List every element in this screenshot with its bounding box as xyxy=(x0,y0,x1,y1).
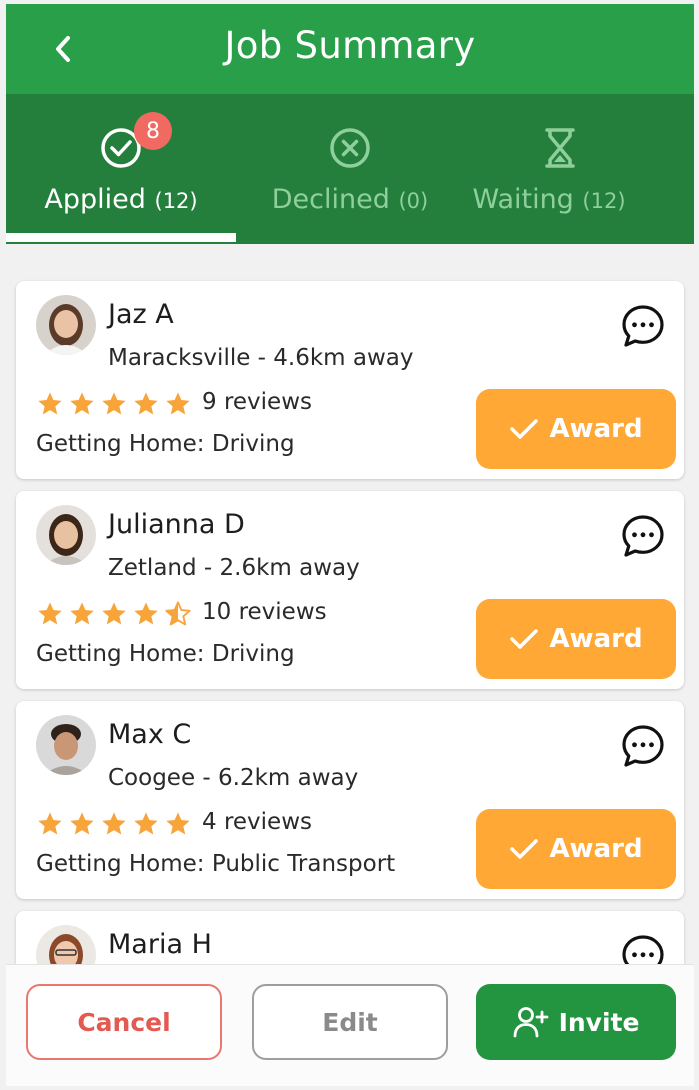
check-icon xyxy=(510,839,539,859)
star-icon xyxy=(102,602,126,625)
star-icon xyxy=(70,812,94,835)
tab-applied[interactable]: 8 Applied (12) xyxy=(6,94,236,244)
star-icon xyxy=(166,812,190,835)
cancel-button[interactable]: Cancel xyxy=(26,984,222,1060)
page-title: Job Summary xyxy=(224,24,476,67)
applicant-location: Maracksville - 4.6km away xyxy=(108,345,414,371)
avatar xyxy=(36,715,96,775)
avatar xyxy=(36,295,96,355)
star-icon xyxy=(134,392,158,415)
applicant-name: Maria H xyxy=(108,929,212,960)
applicant-name: Jaz A xyxy=(108,299,174,330)
add-user-icon xyxy=(513,1007,548,1038)
applicant-name: Max C xyxy=(108,719,192,750)
app-frame: Job Summary 8 Applied (12) Declined (0) xyxy=(6,4,694,1086)
invite-label: Invite xyxy=(558,1007,640,1037)
star-icon xyxy=(102,392,126,415)
tab-declined[interactable]: Declined (0) xyxy=(236,94,464,244)
tab-applied-text: Applied xyxy=(44,184,146,215)
check-icon xyxy=(510,419,539,439)
award-button[interactable]: Award xyxy=(476,389,676,469)
invite-button[interactable]: Invite xyxy=(476,984,676,1060)
star-icon xyxy=(166,392,190,415)
tab-waiting-text: Waiting xyxy=(472,184,574,215)
applicant-location: Zetland - 2.6km away xyxy=(108,555,360,581)
rating-stars xyxy=(36,809,196,839)
tab-waiting-label: Waiting (12) xyxy=(434,184,664,215)
star-icon xyxy=(70,392,94,415)
active-tab-indicator xyxy=(6,233,236,242)
tab-waiting[interactable]: Waiting (12) xyxy=(464,94,694,244)
award-label: Award xyxy=(549,624,643,654)
applicant-location: Coogee - 6.2km away xyxy=(108,765,359,791)
getting-home: Getting Home: Public Transport xyxy=(36,851,396,877)
hourglass-icon xyxy=(545,128,575,168)
check-icon xyxy=(510,629,539,649)
award-button[interactable]: Award xyxy=(476,599,676,679)
tab-declined-count: (0) xyxy=(398,189,429,213)
award-button[interactable]: Award xyxy=(476,809,676,889)
star-icon xyxy=(134,812,158,835)
tab-declined-text: Declined xyxy=(271,184,390,215)
applicant-name: Julianna D xyxy=(108,509,245,540)
edit-button[interactable]: Edit xyxy=(252,984,448,1060)
notification-badge: 8 xyxy=(134,112,172,150)
star-icon xyxy=(38,392,62,415)
award-label: Award xyxy=(549,414,643,444)
x-circle-icon xyxy=(330,128,370,168)
review-count: 4 reviews xyxy=(202,809,312,835)
award-label: Award xyxy=(549,834,643,864)
tab-bar: 8 Applied (12) Declined (0) Waiting (12) xyxy=(6,94,694,244)
star-icon xyxy=(38,602,62,625)
star-icon xyxy=(134,602,158,625)
rating-stars xyxy=(36,599,196,629)
chat-icon[interactable] xyxy=(620,303,666,349)
applicant-card[interactable]: Julianna D Zetland - 2.6km away 10 revie… xyxy=(16,491,684,689)
chat-icon[interactable] xyxy=(620,513,666,559)
tab-applied-label: Applied (12) xyxy=(6,184,236,215)
review-count: 9 reviews xyxy=(202,389,312,415)
header-bar: Job Summary xyxy=(6,4,694,94)
rating-stars xyxy=(36,389,196,419)
getting-home: Getting Home: Driving xyxy=(36,641,295,667)
applicant-card[interactable]: Max C Coogee - 6.2km away 4 reviews Gett… xyxy=(16,701,684,899)
bottom-action-bar: Cancel Edit Invite xyxy=(6,964,694,1086)
avatar xyxy=(36,505,96,565)
star-icon xyxy=(102,812,126,835)
tab-waiting-count: (12) xyxy=(582,189,626,213)
chat-icon[interactable] xyxy=(620,723,666,769)
tab-declined-label: Declined (0) xyxy=(236,184,464,215)
star-half-icon xyxy=(165,601,191,626)
star-icon xyxy=(70,602,94,625)
tab-applied-count: (12) xyxy=(154,189,198,213)
review-count: 10 reviews xyxy=(202,599,327,625)
getting-home: Getting Home: Driving xyxy=(36,431,295,457)
star-icon xyxy=(38,812,62,835)
applicant-card[interactable]: Jaz A Maracksville - 4.6km away 9 review… xyxy=(16,281,684,479)
